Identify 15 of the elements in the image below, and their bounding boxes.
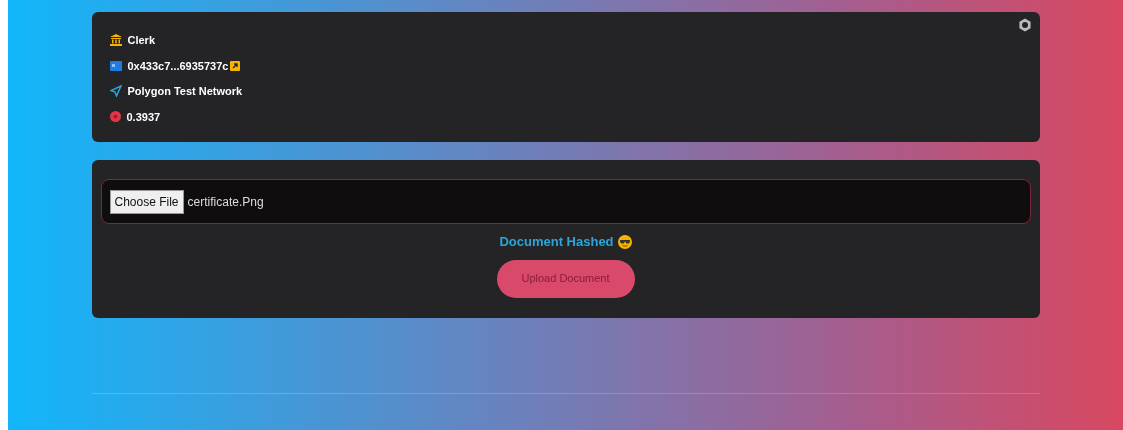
- choose-file-button[interactable]: Choose File: [109, 189, 184, 214]
- wallet-address: 0x433c7...6935737c: [127, 58, 229, 74]
- sunglasses-face-icon: [617, 234, 632, 249]
- status-message: Document Hashed: [499, 233, 614, 251]
- network-label: Polygon Test Network: [127, 84, 243, 99]
- balance-label: 0.3937: [126, 109, 161, 125]
- external-link-icon[interactable]: [230, 60, 241, 71]
- bank-icon: [109, 34, 122, 47]
- file-input[interactable]: Choose File certificate.Png: [100, 179, 1031, 224]
- file-name: certificate.Png: [187, 193, 264, 211]
- send-icon: [109, 85, 122, 98]
- id-card-icon: [109, 60, 122, 71]
- role-label: Clerk: [127, 33, 156, 48]
- settings-icon[interactable]: [1017, 18, 1032, 32]
- coin-icon: [109, 111, 121, 123]
